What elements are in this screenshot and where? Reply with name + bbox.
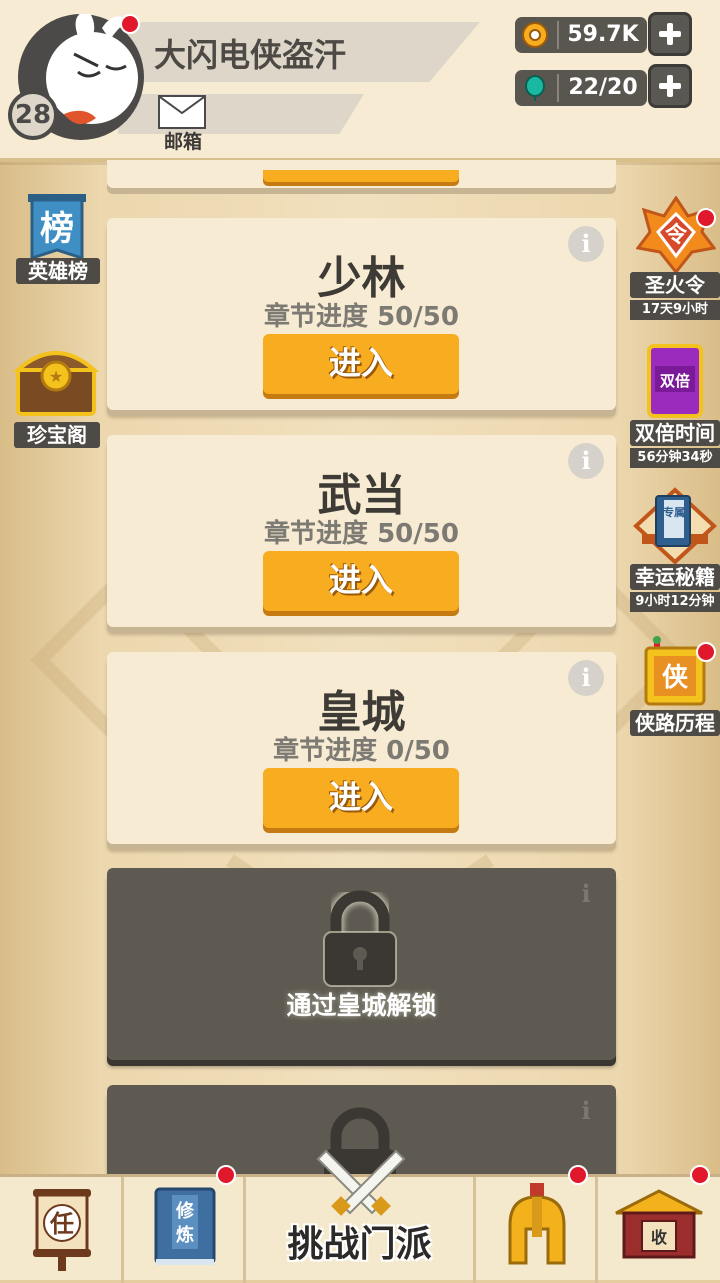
gem-counter: 22/20 <box>515 70 647 106</box>
lucky-manual-timer: 9小时12分钟 <box>630 592 720 612</box>
unlock-requirement: 通过皇城解锁 <box>286 991 437 1020</box>
ranking-banner-icon: 榜 <box>28 194 86 261</box>
flame-token-text: 令 <box>665 222 688 248</box>
crossed-swords-icon <box>316 1149 406 1216</box>
double-time-timer: 56分钟34秒 <box>630 448 720 468</box>
chapter-progress: 章节进度 0/50 <box>273 736 450 766</box>
cultivate-book-icon: 修 炼 <box>154 1187 216 1265</box>
enter-button[interactable]: 进入 <box>263 334 459 394</box>
double-card-text: 双倍 <box>660 372 690 390</box>
double-time-label: 双倍时间 <box>630 420 720 446</box>
top-header: 大闪电侠盗汗 邮箱 28 59.7K 22/20 <box>0 0 720 162</box>
cultivate-book-text-1: 修 <box>175 1200 195 1222</box>
info-icon[interactable]: i <box>568 660 604 696</box>
player-level-badge: 28 <box>8 90 58 140</box>
mailbox-label: 邮箱 <box>163 131 202 153</box>
nav-cultivate[interactable]: 修 炼 <box>124 1165 246 1283</box>
secret-book-icon: 专属 <box>633 487 717 565</box>
hero-path-label: 侠路历程 <box>630 710 720 736</box>
notification-dot <box>216 1165 236 1185</box>
enter-button[interactable]: 进入 <box>263 768 459 828</box>
partial-card-top <box>107 160 616 188</box>
sacred-fire-token-button[interactable]: 令 圣火令 17天9小时 <box>630 196 720 324</box>
info-icon[interactable]: i <box>568 1093 604 1129</box>
nav-equipment[interactable] <box>476 1165 598 1283</box>
secret-book-text: 专属 <box>663 505 685 519</box>
double-time-button[interactable]: 双倍 双倍时间 56分钟34秒 <box>630 344 720 470</box>
notification-dot <box>568 1165 588 1185</box>
lucky-manual-label: 幸运秘籍 <box>630 564 720 590</box>
shop-building-text: 收 <box>651 1228 667 1247</box>
sacred-fire-label: 圣火令 <box>630 272 720 298</box>
nav-challenge-sect[interactable]: 挑战门派 <box>246 1149 476 1283</box>
sect-card-shaolin: 少林 章节进度 50/50 进入 i <box>107 218 616 410</box>
gold-counter: 59.7K <box>515 17 647 53</box>
add-gold-button[interactable] <box>648 12 692 56</box>
treasure-pavilion-label: 珍宝阁 <box>14 422 100 448</box>
balloon-gem-icon <box>525 75 545 101</box>
info-icon[interactable]: i <box>568 876 604 912</box>
double-card-icon: 双倍 <box>647 344 703 418</box>
add-gem-button[interactable] <box>648 64 692 108</box>
player-name: 大闪电侠盗汗 <box>154 36 347 74</box>
mailbox-button[interactable]: 邮箱 <box>155 95 211 153</box>
hero-ranking-label: 英雄榜 <box>16 258 100 284</box>
envelope-icon <box>158 95 206 129</box>
svg-text:★: ★ <box>49 367 63 386</box>
shop-building-icon: 收 <box>615 1189 703 1259</box>
partial-enter-button <box>263 170 459 182</box>
hero-ranking-button[interactable]: 榜 英雄榜 <box>14 192 100 292</box>
locked-sect-card: 通过皇城解锁 i <box>107 868 616 1060</box>
chapter-progress: 章节进度 50/50 <box>264 519 459 549</box>
lucky-manual-button[interactable]: 专属 幸运秘籍 9小时12分钟 <box>630 486 720 614</box>
bottom-navigation: 任 修 炼 挑战门派 收 <box>0 1149 720 1283</box>
challenge-sect-label: 挑战门派 <box>287 1224 432 1265</box>
treasure-pavilion-button[interactable]: ★ 珍宝阁 <box>12 338 102 452</box>
ranking-banner-text: 榜 <box>40 209 74 249</box>
sect-card-wudang: 武当 章节进度 50/50 进入 i <box>107 435 616 627</box>
hero-scroll-text: 侠 <box>662 662 689 693</box>
treasure-chest-icon: ★ <box>12 351 100 416</box>
sacred-fire-timer: 17天9小时 <box>630 300 720 320</box>
cultivate-book-text-2: 炼 <box>176 1224 194 1246</box>
info-icon[interactable]: i <box>568 226 604 262</box>
coin-icon <box>522 22 548 48</box>
gold-value: 59.7K <box>567 22 639 47</box>
helmet-icon <box>508 1183 566 1265</box>
gem-value: 22/20 <box>568 75 638 100</box>
notification-dot <box>696 642 716 662</box>
lock-icon <box>323 890 397 987</box>
nav-tasks[interactable]: 任 <box>0 1177 124 1283</box>
hero-path-button[interactable]: 侠 侠路历程 <box>630 634 720 740</box>
info-icon[interactable]: i <box>568 443 604 479</box>
notification-dot <box>696 208 716 228</box>
task-scroll-text: 任 <box>49 1210 74 1238</box>
chapter-progress: 章节进度 50/50 <box>264 302 459 332</box>
nav-shop[interactable]: 收 <box>598 1165 720 1283</box>
task-scroll-icon: 任 <box>33 1189 91 1271</box>
sect-card-imperial-city: 皇城 章节进度 0/50 进入 i <box>107 652 616 844</box>
enter-button[interactable]: 进入 <box>263 551 459 611</box>
avatar-notification-dot <box>120 14 140 34</box>
notification-dot <box>690 1165 710 1185</box>
